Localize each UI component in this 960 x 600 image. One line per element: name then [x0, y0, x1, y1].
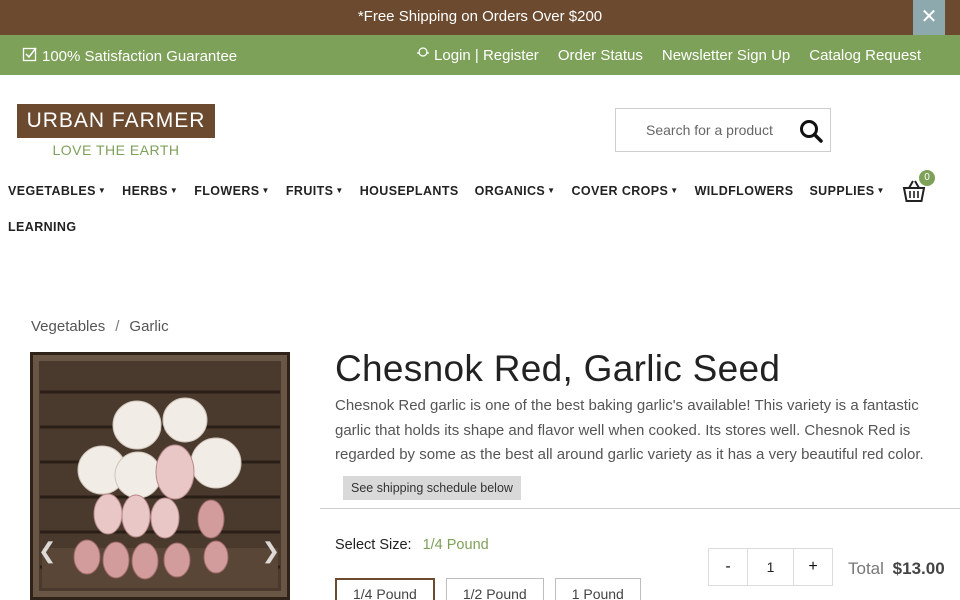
quantity-stepper: - 1 + — [708, 548, 833, 586]
guarantee-text: 100% Satisfaction Guarantee — [42, 47, 238, 65]
caret-down-icon: ▼ — [97, 186, 107, 195]
cart-count-badge: 0 — [919, 170, 935, 186]
nav-item-herbs[interactable]: HERBS ▼ — [122, 184, 178, 198]
size-option-quarter-pound[interactable]: 1/4 Pound — [335, 578, 435, 600]
promo-bar: *Free Shipping on Orders Over $200 ✕ — [0, 0, 960, 35]
utility-links: Login | Register Order Status Newsletter… — [416, 46, 921, 64]
checkbox-icon — [22, 46, 38, 66]
promo-text: *Free Shipping on Orders Over $200 — [357, 8, 603, 25]
product-image: ❮ ❯ — [30, 352, 290, 600]
user-icon — [416, 46, 430, 64]
size-options: 1/4 Pound 1/2 Pound 1 Pound — [335, 578, 641, 600]
nav-item-learning[interactable]: LEARNING — [8, 220, 76, 234]
nav-item-organics[interactable]: ORGANICS ▼ — [475, 184, 556, 198]
chevron-left-icon[interactable]: ❮ — [38, 538, 56, 564]
nav-row: VEGETABLES ▼ HERBS ▼ FLOWERS ▼ FRUITS ▼ HOUS… — [8, 182, 884, 200]
newsletter-link[interactable]: Newsletter Sign Up — [662, 46, 790, 64]
chevron-right-icon[interactable]: ❯ — [262, 538, 280, 564]
caret-down-icon: ▼ — [169, 186, 179, 195]
size-option-half-pound[interactable]: 1/2 Pound — [445, 578, 544, 600]
guarantee: 100% Satisfaction Guarantee — [22, 46, 237, 66]
breadcrumb-garlic[interactable]: Garlic — [129, 318, 168, 335]
logo-name: URBAN FARMER — [17, 104, 215, 138]
nav-item-flowers[interactable]: FLOWERS ▼ — [194, 184, 270, 198]
search-box — [615, 108, 831, 152]
nav-item-cover-crops[interactable]: COVER CROPS ▼ — [572, 184, 679, 198]
utility-bar: 100% Satisfaction Guarantee Login | Regi… — [0, 35, 960, 75]
size-selector-label-row: Select Size: 1/4 Pound — [335, 537, 489, 553]
decrease-quantity-button[interactable]: - — [709, 549, 747, 585]
nav-item-vegetables[interactable]: VEGETABLES ▼ — [8, 184, 106, 198]
product-title: Chesnok Red, Garlic Seed — [335, 348, 781, 389]
caret-down-icon: ▼ — [547, 186, 556, 195]
breadcrumb: Vegetables / Garlic — [31, 318, 169, 335]
cart-button[interactable]: 0 — [901, 170, 937, 206]
logo-tagline: LOVE THE EARTH — [52, 142, 180, 158]
nav-item-fruits[interactable]: FRUITS ▼ — [286, 184, 344, 198]
site-logo[interactable]: URBAN FARMER LOVE THE EARTH — [17, 104, 215, 158]
total-price: Total $13.00 — [848, 559, 945, 579]
nav-row: LEARNING — [8, 218, 868, 236]
breadcrumb-separator: / — [115, 318, 120, 335]
shipping-schedule-button[interactable]: See shipping schedule below — [343, 476, 521, 500]
catalog-request-link[interactable]: Catalog Request — [809, 46, 921, 64]
total-label: Total — [848, 559, 884, 578]
search-input[interactable] — [646, 109, 796, 151]
breadcrumb-vegetables[interactable]: Vegetables — [31, 318, 105, 335]
total-amount: $13.00 — [892, 559, 945, 578]
main-nav: VEGETABLES ▼ HERBS ▼ FLOWERS ▼ FRUITS ▼ HOUS… — [8, 182, 884, 236]
product-description: Chesnok Red garlic is one of the best ba… — [335, 397, 924, 463]
nav-item-wildflowers[interactable]: WILDFLOWERS — [695, 184, 794, 198]
size-label: Select Size: — [335, 537, 412, 553]
size-option-one-pound[interactable]: 1 Pound — [554, 578, 641, 600]
search-icon[interactable] — [798, 118, 824, 144]
caret-down-icon: ▼ — [876, 186, 885, 195]
quantity-field[interactable]: 1 — [747, 549, 794, 585]
increase-quantity-button[interactable]: + — [794, 549, 832, 585]
login-register-label: Login | Register — [434, 46, 539, 64]
nav-item-supplies[interactable]: SUPPLIES ▼ — [809, 184, 884, 198]
close-icon[interactable]: ✕ — [913, 0, 945, 35]
selected-size: 1/4 Pound — [422, 537, 489, 553]
caret-down-icon: ▼ — [335, 186, 344, 195]
caret-down-icon: ▼ — [261, 186, 270, 195]
divider — [320, 508, 960, 509]
login-register-link[interactable]: Login | Register — [416, 46, 539, 64]
caret-down-icon: ▼ — [670, 186, 679, 195]
nav-item-houseplants[interactable]: HOUSEPLANTS — [360, 184, 459, 198]
order-status-link[interactable]: Order Status — [558, 46, 643, 64]
